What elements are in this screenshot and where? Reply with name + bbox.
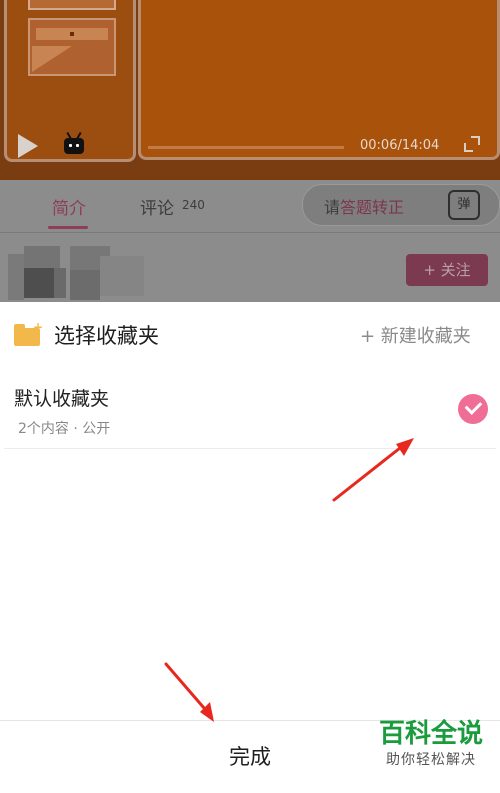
divider (0, 232, 500, 233)
check-icon[interactable] (458, 394, 488, 424)
fullscreen-icon[interactable] (464, 136, 480, 152)
tab-intro[interactable]: 简介 (52, 194, 86, 219)
bilibili-tv-icon[interactable] (64, 138, 84, 154)
watermark-main: 百科全说 (378, 719, 483, 749)
folder-plus-icon: + (14, 320, 43, 346)
tab-comments[interactable]: 评论 (140, 194, 174, 219)
watermark-logo: 百科全说 助你轻松解决 (368, 718, 494, 778)
progress-bar[interactable] (148, 146, 344, 149)
folder-meta: 2个内容 · 公开 (18, 421, 111, 437)
tab-indicator (48, 226, 88, 229)
uploader-avatar-blurred (8, 246, 144, 302)
danmaku-placeholder: 请答题转正 (324, 198, 405, 217)
video-thumbnail (28, 18, 116, 76)
watermark-sub: 助你轻松解决 (386, 752, 476, 768)
favorites-sheet: + 选择收藏夹 + 新建收藏夹 默认收藏夹 2个内容 · 公开 完成 (0, 302, 500, 782)
new-folder-button[interactable]: + 新建收藏夹 (360, 322, 471, 348)
video-frame-right (138, 0, 500, 160)
playback-time: 00:06/14:04 (360, 138, 440, 153)
comments-count: 240 (182, 198, 205, 212)
video-thumbnail-top (28, 0, 116, 10)
video-player[interactable]: 00:06/14:04 (0, 0, 500, 180)
folder-name: 默认收藏夹 (14, 388, 110, 410)
danmaku-toggle-icon[interactable]: 弹 (448, 190, 480, 220)
play-icon[interactable] (18, 134, 38, 158)
folder-item-default[interactable]: 默认收藏夹 2个内容 · 公开 (4, 372, 496, 449)
follow-button[interactable]: + 关注 (406, 254, 488, 286)
sheet-title: 选择收藏夹 (54, 324, 159, 348)
